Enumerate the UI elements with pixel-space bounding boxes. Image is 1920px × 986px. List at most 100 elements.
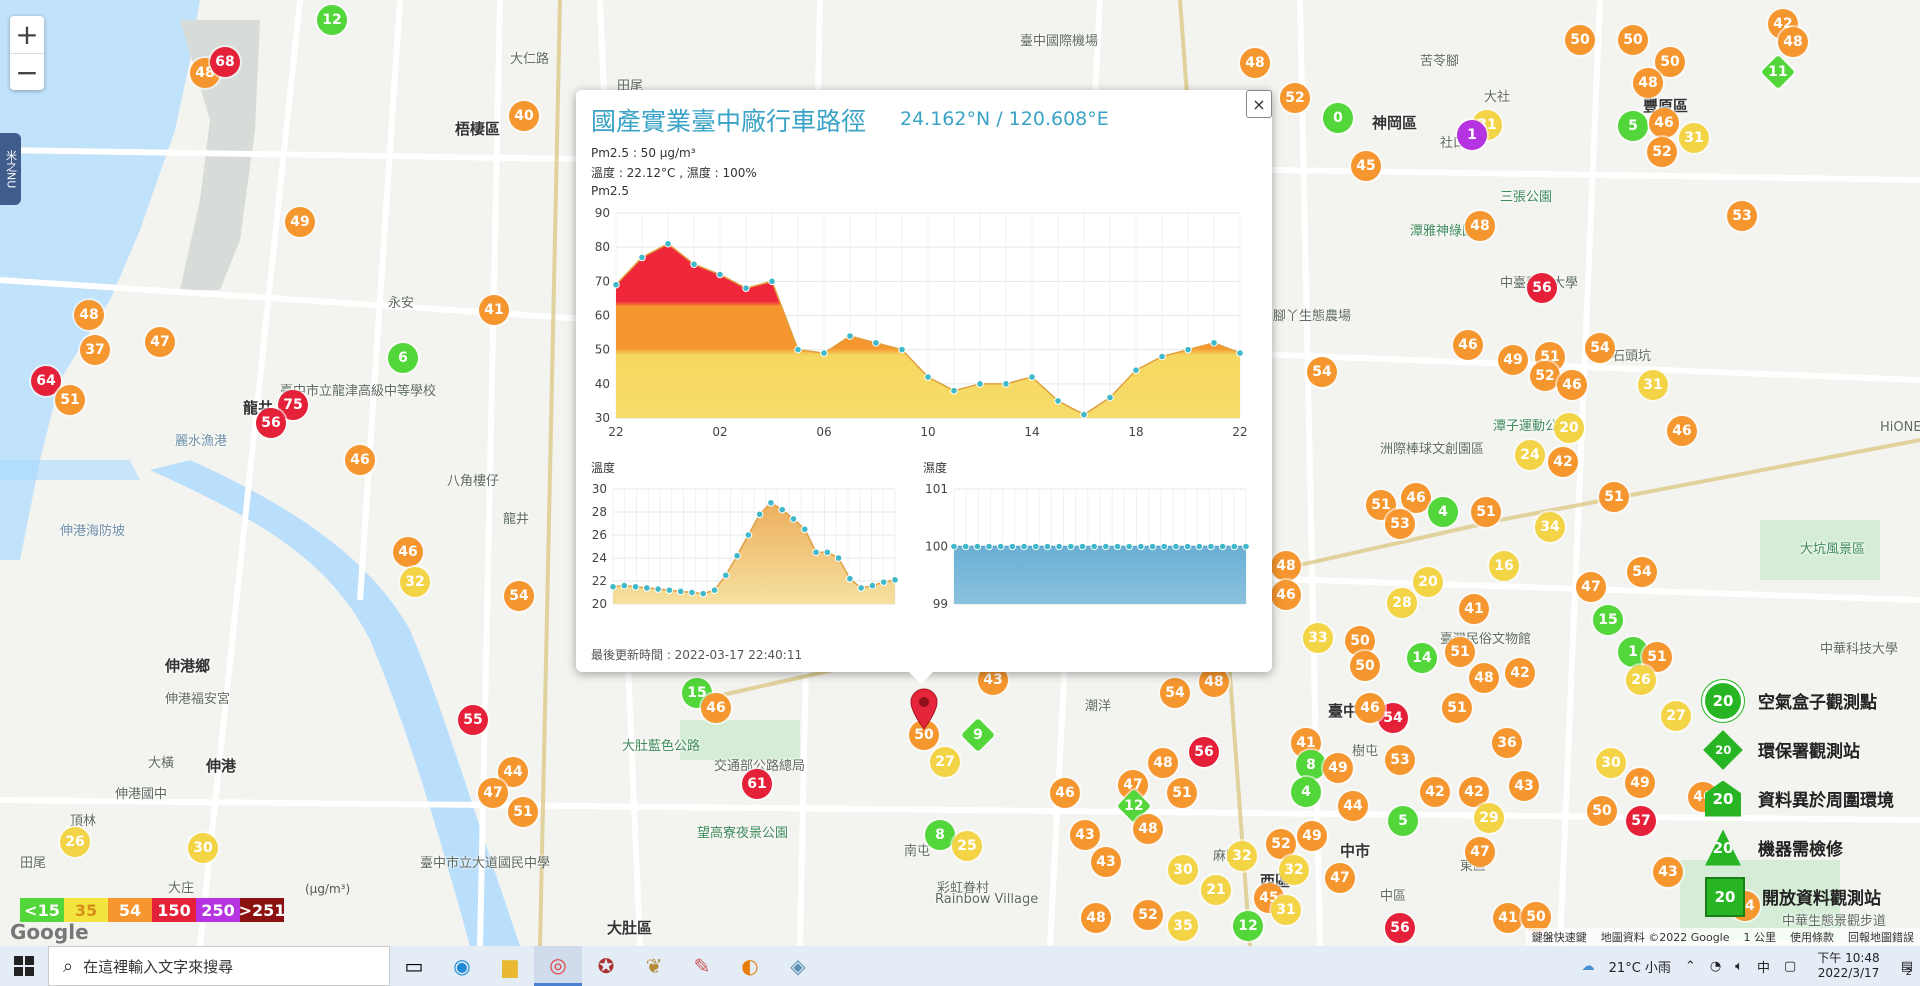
airbox-marker[interactable]: 68 [210,47,240,77]
airbox-marker[interactable]: 26 [60,827,90,857]
airbox-marker[interactable]: 29 [1474,803,1504,833]
airbox-marker[interactable]: 48 [1778,27,1808,57]
airbox-marker[interactable]: 48 [1633,68,1663,98]
airbox-marker[interactable]: 42 [1505,658,1535,688]
map-footer-link[interactable]: 使用條款 [1790,929,1834,945]
airbox-marker[interactable]: 50 [1587,796,1617,826]
airbox-marker[interactable]: 8 [1296,750,1326,780]
airbox-marker[interactable]: 43 [1653,857,1683,887]
zoom-in-button[interactable]: + [10,16,44,54]
airbox-marker[interactable]: 47 [1325,863,1355,893]
airbox-marker[interactable]: 53 [1385,745,1415,775]
airbox-marker[interactable]: 5 [1388,806,1418,836]
airbox-marker[interactable]: 51 [1442,693,1472,723]
airbox-marker[interactable]: 30 [1168,855,1198,885]
airbox-marker[interactable]: 54 [1307,357,1337,387]
map-footer-link[interactable]: 鍵盤快速鍵 [1532,929,1587,945]
notification-icon[interactable]: ▤ 2 [1901,959,1913,978]
airbox-marker[interactable]: 48 [1469,663,1499,693]
airbox-marker[interactable]: 4 [1428,497,1458,527]
airbox-marker[interactable]: 41 [479,295,509,325]
airbox-marker[interactable]: 43 [1091,847,1121,877]
airbox-marker[interactable]: 49 [1323,753,1353,783]
app-cube-icon[interactable]: ◈ [774,946,822,986]
airbox-marker[interactable]: 15 [1593,605,1623,635]
airbox-marker[interactable]: 52 [1530,361,1560,391]
airbox-marker[interactable]: 48 [1465,211,1495,241]
airbox-marker[interactable]: 26 [1626,665,1656,695]
chrome-browser-icon[interactable]: ◎ [534,946,582,986]
airbox-marker[interactable]: 51 [1167,778,1197,808]
map-footer-link[interactable]: 1 公里 [1744,929,1777,945]
task-view-icon[interactable]: ▭ [390,946,438,986]
airbox-marker[interactable]: 27 [1661,701,1691,731]
side-tab[interactable]: 米之NU [0,133,21,205]
airbox-marker[interactable]: 47 [145,327,175,357]
airbox-marker[interactable]: 46 [1649,108,1679,138]
airbox-marker[interactable]: 14 [1407,643,1437,673]
airbox-marker[interactable]: 25 [952,831,982,861]
airbox-marker[interactable]: 16 [1489,551,1519,581]
airbox-marker[interactable]: 49 [1498,345,1528,375]
airbox-marker[interactable]: 51 [55,385,85,415]
weather-text[interactable]: 21°C 小雨 [1609,957,1671,976]
volume-icon[interactable]: 🔈︎ [1735,959,1743,974]
airbox-marker[interactable]: 48 [1148,748,1178,778]
airbox-marker[interactable]: 51 [1599,482,1629,512]
airbox-marker[interactable]: 46 [345,445,375,475]
airbox-marker[interactable]: 46 [1557,370,1587,400]
airbox-marker[interactable]: 32 [1227,841,1257,871]
airbox-marker[interactable]: 52 [1647,137,1677,167]
clock[interactable]: 下午 10:48 2022/3/17 [1817,951,1879,981]
airbox-marker[interactable]: 27 [930,747,960,777]
airbox-marker[interactable]: 20 [1413,567,1443,597]
airbox-marker[interactable]: 61 [742,769,772,799]
airbox-marker[interactable]: 28 [1387,588,1417,618]
zoom-out-button[interactable]: − [10,54,44,91]
airbox-marker[interactable]: 46 [393,537,423,567]
airbox-marker[interactable]: 56 [256,408,286,438]
airbox-marker[interactable]: 50 [1618,25,1648,55]
airbox-marker[interactable]: 53 [1727,201,1757,231]
airbox-marker[interactable]: 52 [1133,900,1163,930]
blender-icon[interactable]: ◐ [726,946,774,986]
airbox-marker[interactable]: 48 [74,300,104,330]
file-explorer-icon[interactable]: ▆ [486,946,534,986]
map-footer-link[interactable]: 回報地圖錯誤 [1848,929,1914,945]
airbox-marker[interactable]: 47 [478,778,508,808]
airbox-marker[interactable]: 20 [1554,413,1584,443]
keyboard-icon[interactable]: ▢ [1784,959,1796,974]
airbox-marker[interactable]: 54 [504,581,534,611]
edge-browser-icon[interactable]: ◉ [438,946,486,986]
airbox-marker[interactable]: 0 [1323,103,1353,133]
ime-indicator[interactable]: 中 [1757,957,1770,976]
airbox-marker[interactable]: 51 [1471,497,1501,527]
chevron-up-icon[interactable]: ⌃ [1685,959,1696,974]
airbox-marker[interactable]: 41 [1459,594,1489,624]
map-footer-link[interactable]: 地圖資料 ©2022 Google [1601,929,1730,945]
airbox-marker[interactable]: 8 [925,820,955,850]
airbox-marker[interactable]: 46 [1271,580,1301,610]
airbox-marker[interactable]: 50 [1350,651,1380,681]
airbox-marker[interactable]: 48 [1081,903,1111,933]
airbox-marker[interactable]: 31 [1271,895,1301,925]
airbox-marker[interactable]: 56 [1189,737,1219,767]
airbox-marker[interactable]: 51 [508,797,538,827]
airbox-marker[interactable]: 24 [1515,440,1545,470]
airbox-marker[interactable]: 30 [188,833,218,863]
airbox-marker[interactable]: 32 [1279,855,1309,885]
airbox-marker[interactable]: 51 [1445,637,1475,667]
airbox-marker[interactable]: 41 [1493,903,1523,933]
airbox-marker[interactable]: 56 [1527,273,1557,303]
airbox-marker[interactable]: 1 [1457,120,1487,150]
airbox-marker[interactable]: 42 [1548,447,1578,477]
airbox-marker[interactable]: 46 [1401,483,1431,513]
airbox-marker[interactable]: 31 [1679,123,1709,153]
airbox-marker[interactable]: 48 [1240,48,1270,78]
airbox-marker[interactable]: 46 [1667,416,1697,446]
airbox-marker[interactable]: 42 [1420,777,1450,807]
airbox-marker[interactable]: 43 [1070,820,1100,850]
airbox-marker[interactable]: 6 [388,343,418,373]
app-paint-icon[interactable]: ✎ [678,946,726,986]
taskbar-search-box[interactable]: ⌕ 在這裡輸入文字來搜尋 [48,946,390,986]
